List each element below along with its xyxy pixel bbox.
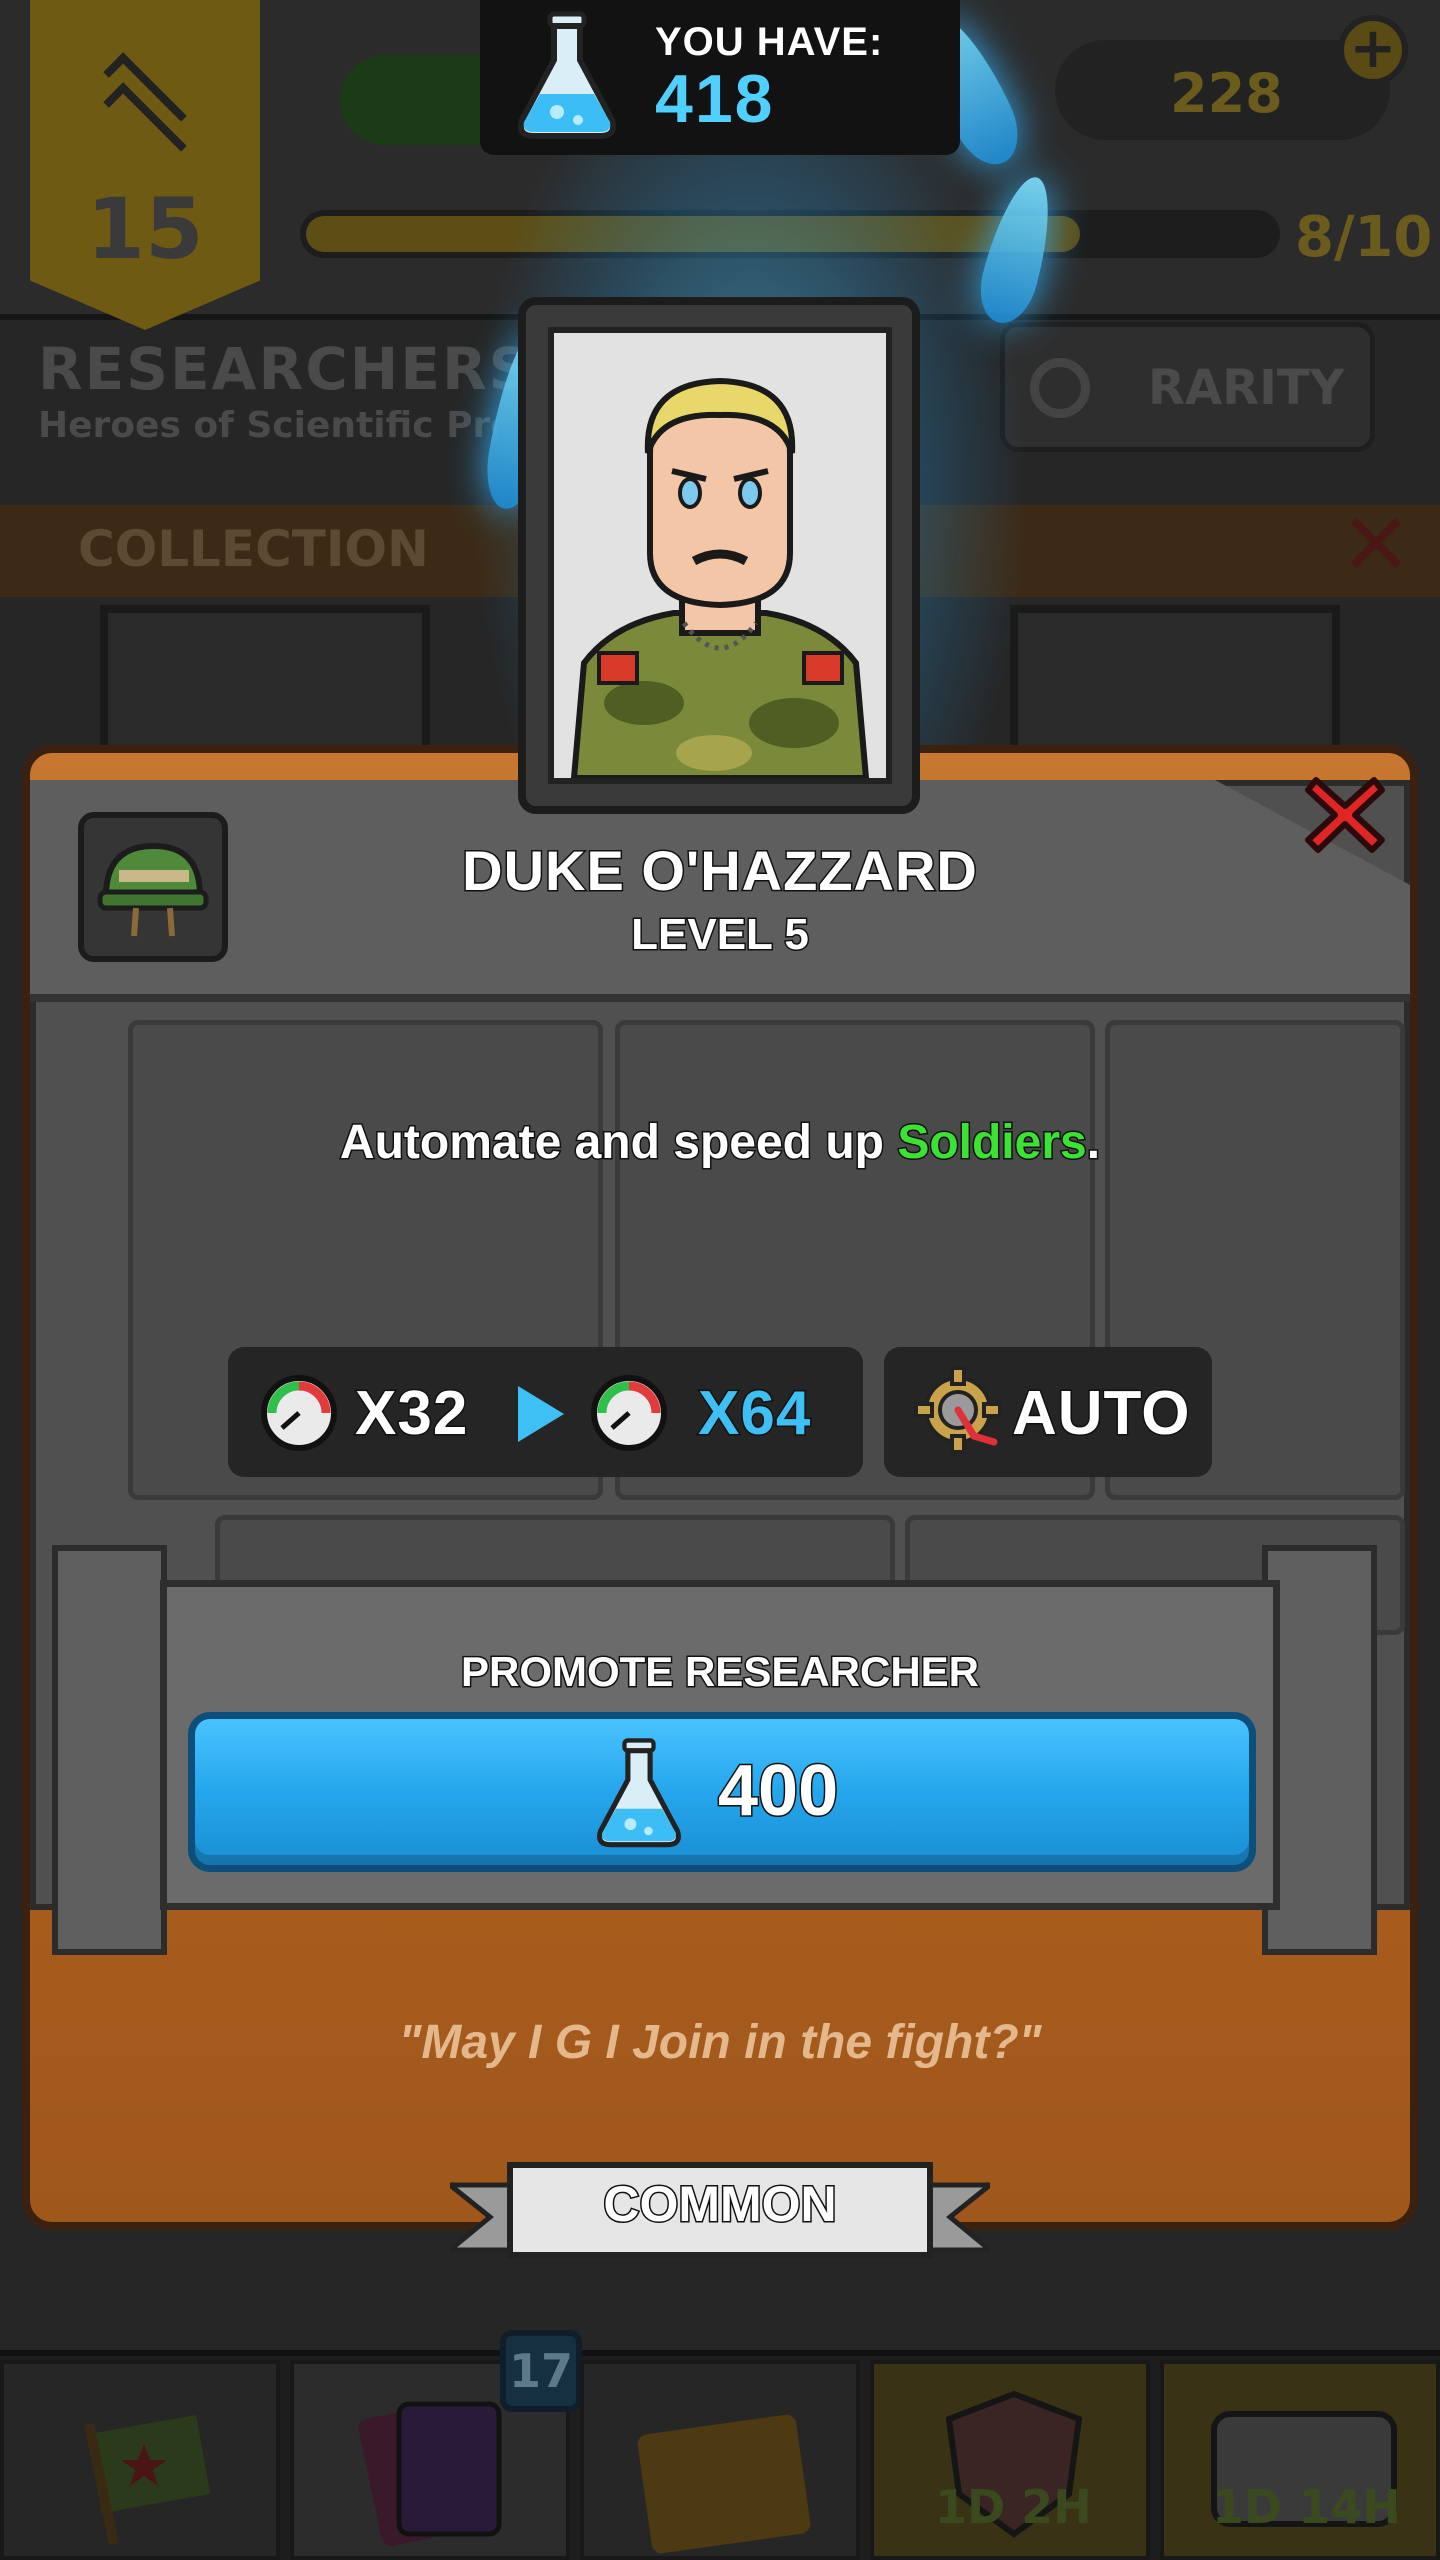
description-highlight: Soldiers [896,1115,1088,1171]
collection-label: COLLECTION [78,520,429,578]
folder-icon [637,2414,811,2554]
background-close-icon: ✕ [1340,495,1413,595]
researcher-level: LEVEL 5 [630,909,811,961]
gear-crank-icon [912,1364,1010,1466]
flag-icon [84,2415,211,2546]
rank-banner [30,0,260,330]
auto-ability-label: AUTO [1011,1378,1192,1450]
nav-chests-timer: 1D 14H [1212,2480,1401,2534]
section-subtitle: Heroes of Scientific Pro [38,405,498,446]
promote-label: PROMOTE RESEARCHER [459,1647,980,1697]
nav-tab-files [580,2360,860,2560]
background-card [1010,605,1340,755]
speed-current: X32 [353,1378,469,1450]
soldier-portrait-icon [554,333,886,781]
you-have-label: YOU HAVE: [653,19,884,66]
nav-badges-timer: 1D 2H [935,2480,1092,2534]
rarity-filter-label: RARITY [1148,360,1345,416]
speedometer-icon [258,1372,340,1458]
nav-tab-missions [0,2360,280,2560]
description-suffix: . [1085,1115,1101,1171]
researcher-quote: "May I G I Join in the fight?" [398,2016,1042,2069]
researcher-portrait [548,327,892,784]
speed-next: X64 [696,1378,812,1450]
rarity-label: COMMON [602,2175,838,2234]
rank-level: 15 [86,180,204,278]
researcher-name: DUKE O'HAZZARD [461,838,979,904]
nav-researchers-badge: 17 [500,2330,582,2412]
arrow-right-icon [512,1382,568,1450]
background-card [100,605,430,755]
add-resource-plus-icon: + [1338,15,1408,85]
description-prefix: Automate and speed up [338,1115,898,1171]
xp-progress-text: 8/10 [1295,205,1433,270]
flask-icon [592,1735,686,1855]
promote-cost: 400 [716,1750,839,1833]
section-title: RESEARCHERS [38,335,533,403]
flask-icon [512,8,622,147]
you-have-value: 418 [653,60,775,139]
gold-resource-value: 228 [1170,62,1283,125]
researcher-description: Automate and speed up Soldiers. [0,1115,1440,1171]
speedometer-icon [588,1372,670,1458]
close-icon[interactable] [1300,770,1390,860]
search-icon [1030,358,1090,418]
plate-post-left [52,1545,167,1955]
